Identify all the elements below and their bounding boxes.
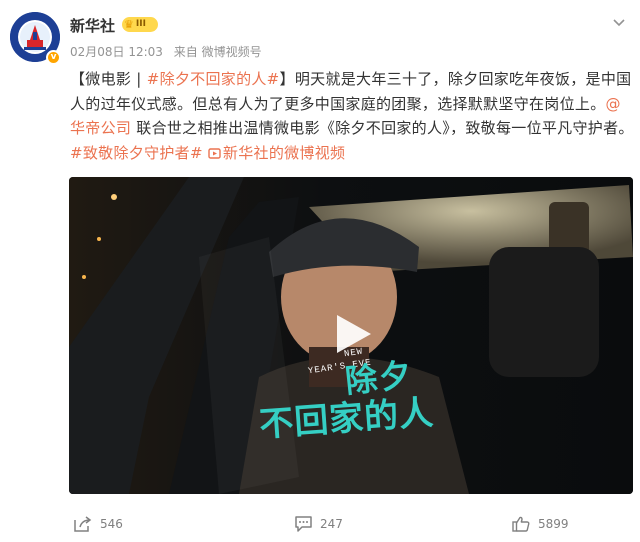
post-text: 【微电影 | #除夕不回家的人#】明天就是大年三十了，除夕回家吃年夜饭，是中国人… <box>70 67 635 165</box>
share-count: 546 <box>100 517 123 531</box>
like-count: 5899 <box>538 517 569 531</box>
verified-icon: v <box>46 50 61 65</box>
post-meta: 02月08日 12:03 来自 微博视频号 <box>70 43 269 60</box>
post-text-body-2: 联合世之相推出温情微电影《除夕不回家的人》，致敬每一位平凡守护者。 <box>131 119 634 137</box>
video-link-icon <box>208 147 221 159</box>
post-text-bracket: 【微电影 | <box>70 70 147 88</box>
comment-button[interactable]: 247 <box>295 510 343 538</box>
like-icon <box>512 516 530 532</box>
video-link-label: 新华社的微博视频 <box>222 143 346 162</box>
hashtag-link-2[interactable]: #致敬除夕守护者# <box>70 144 203 162</box>
level-badge[interactable]: ♛ III <box>122 17 158 32</box>
user-name[interactable]: 新华社 <box>70 15 115 36</box>
chevron-down-icon[interactable] <box>612 15 626 29</box>
video-player[interactable]: NEW YEAR'S EVE 除夕 不回家的人 <box>69 177 633 494</box>
weibo-post: v 新华社 ♛ III 02月08日 12:03 来自 微博视频号 【微电影 |… <box>0 0 640 542</box>
share-button[interactable]: 546 <box>74 510 123 538</box>
post-time[interactable]: 02月08日 12:03 <box>70 45 163 59</box>
comment-count: 247 <box>320 517 343 531</box>
action-bar: 546 247 5899 <box>0 510 640 538</box>
share-icon <box>74 516 92 532</box>
hashtag-link[interactable]: #除夕不回家的人# <box>147 70 280 88</box>
level-label: III <box>135 19 146 29</box>
crown-icon: ♛ <box>124 18 134 31</box>
video-link[interactable]: 新华社的微博视频 <box>208 144 345 162</box>
like-button[interactable]: 5899 <box>512 510 569 538</box>
post-source[interactable]: 来自 微博视频号 <box>174 45 262 59</box>
comment-icon <box>295 516 312 532</box>
